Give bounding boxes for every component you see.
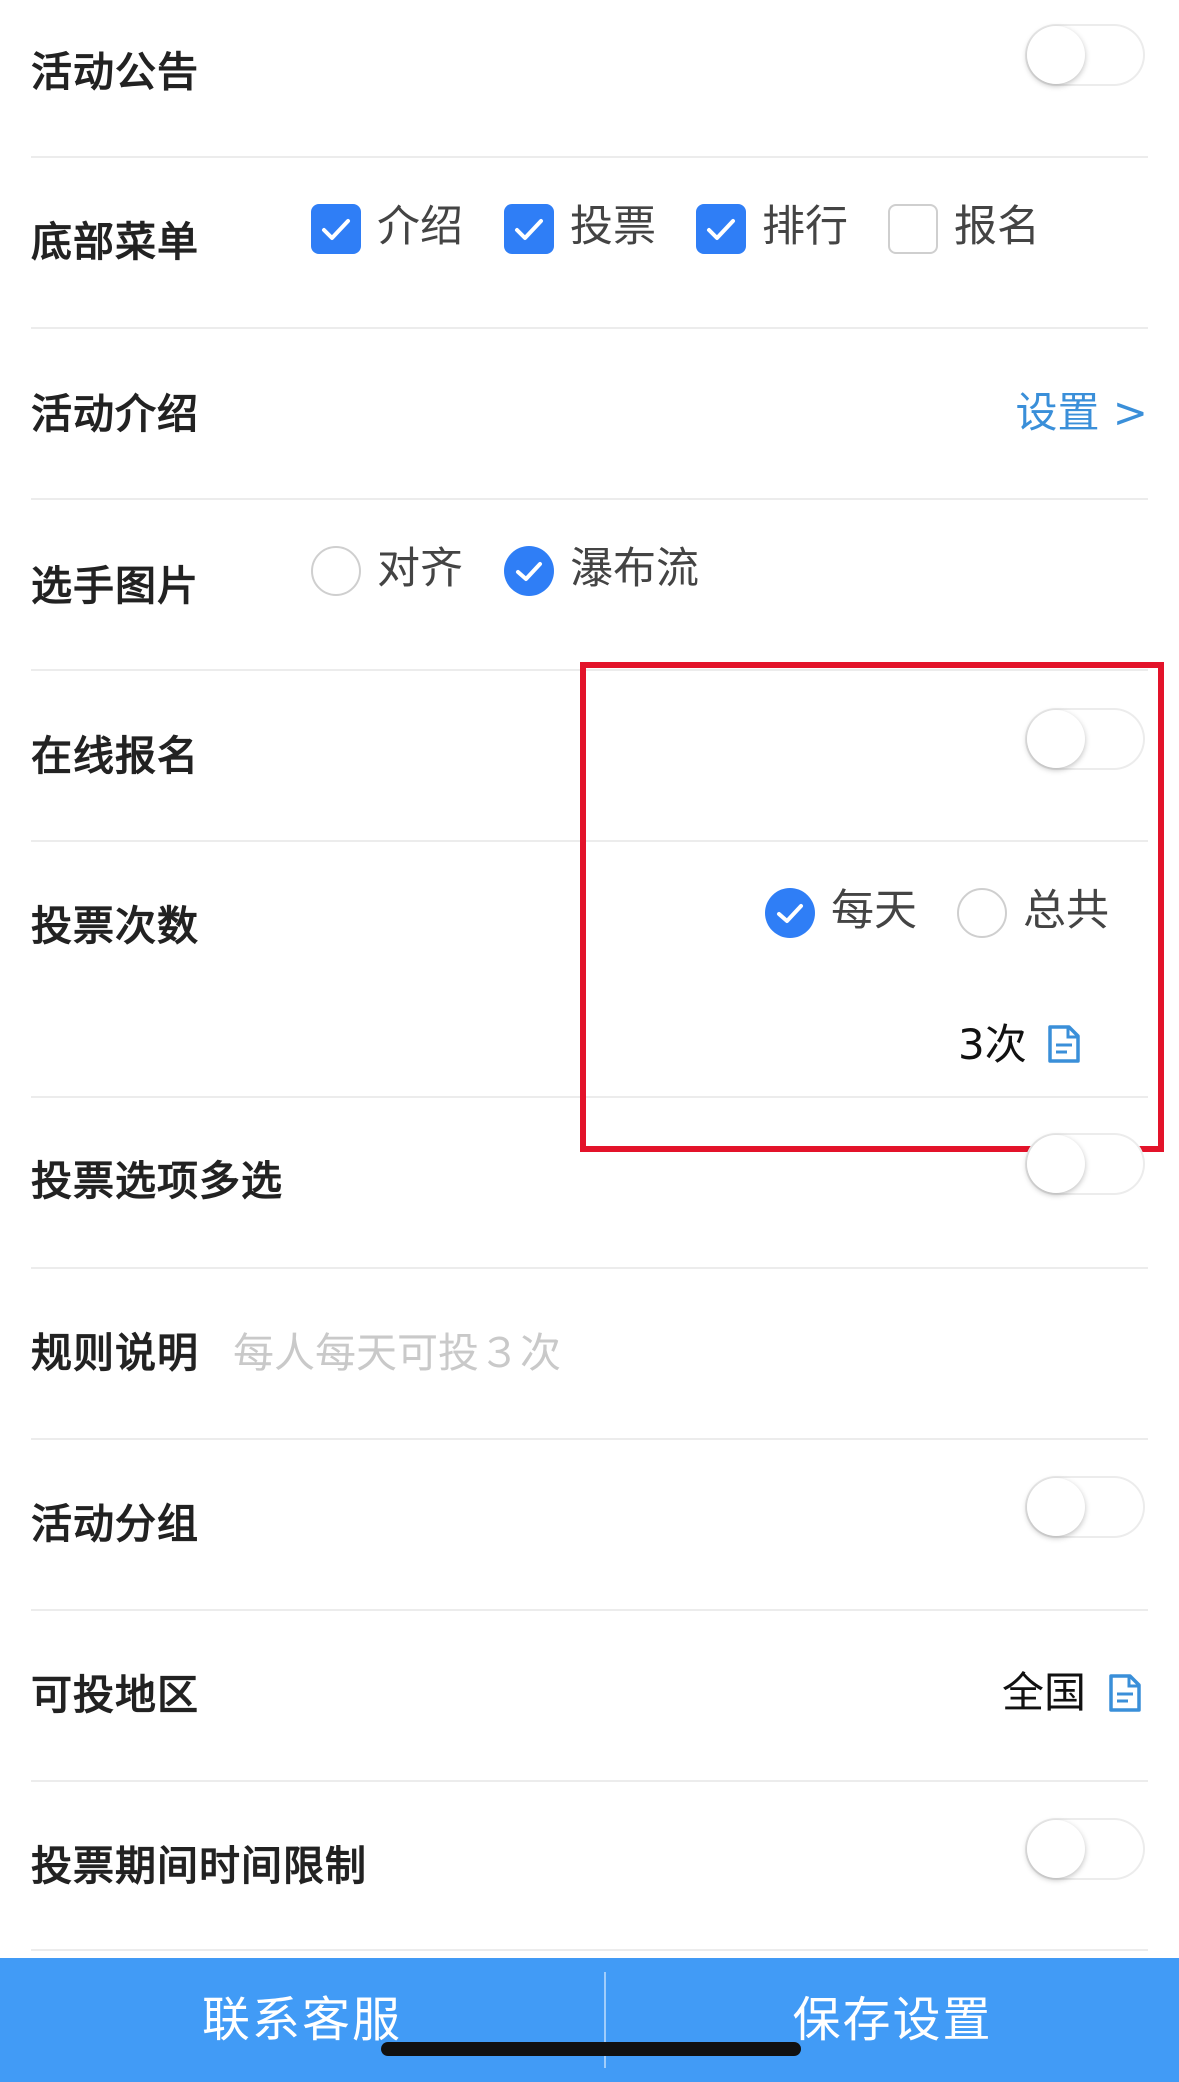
divider [31, 1267, 1148, 1269]
time-limit-toggle[interactable] [1025, 1818, 1145, 1880]
player-image-label: 选手图片 [31, 562, 199, 610]
rules-label: 规则说明 [31, 1329, 199, 1377]
divider [31, 1780, 1148, 1782]
intro-settings-link[interactable]: 设置 > [1015, 388, 1148, 438]
checkbox-intro[interactable] [311, 204, 361, 254]
radio-align[interactable] [311, 546, 361, 596]
checkbox-ranking[interactable] [696, 204, 746, 254]
multi-select-label: 投票选项多选 [31, 1157, 283, 1205]
online-signup-label: 在线报名 [31, 732, 199, 780]
radio-waterfall[interactable] [504, 546, 554, 596]
bottom-action-bar: 联系客服 保存设置 [0, 1958, 1179, 2082]
announcement-toggle[interactable] [1025, 24, 1145, 86]
divider [31, 156, 1148, 158]
contact-support-button[interactable]: 联系客服 [0, 1958, 604, 2082]
bottom-menu-label: 底部菜单 [31, 218, 199, 266]
toggle-knob [1027, 1478, 1085, 1536]
checkbox-signup[interactable] [888, 204, 938, 254]
check-icon [516, 562, 542, 581]
check-icon [322, 219, 350, 240]
checkbox-vote[interactable] [504, 204, 554, 254]
rules-input[interactable]: 每人每天可投３次 [233, 1329, 561, 1377]
region-value[interactable]: 全国 [1002, 1668, 1086, 1718]
divider [31, 498, 1148, 500]
toggle-knob [1027, 1820, 1085, 1878]
check-icon [515, 219, 543, 240]
grouping-label: 活动分组 [31, 1500, 199, 1548]
checkbox-intro-label[interactable]: 介绍 [377, 202, 463, 252]
toggle-knob [1027, 26, 1085, 84]
divider [31, 1438, 1148, 1440]
checkbox-ranking-label[interactable]: 排行 [762, 202, 848, 252]
region-label: 可投地区 [31, 1671, 199, 1719]
toggle-knob [1027, 1135, 1085, 1193]
checkbox-vote-label[interactable]: 投票 [570, 202, 656, 252]
radio-waterfall-label[interactable]: 瀑布流 [570, 544, 699, 594]
divider [31, 327, 1148, 329]
divider [31, 1609, 1148, 1611]
multi-select-toggle[interactable] [1025, 1133, 1145, 1195]
time-limit-label: 投票期间时间限制 [31, 1842, 367, 1890]
checkbox-signup-label[interactable]: 报名 [954, 202, 1040, 252]
vote-count-label: 投票次数 [31, 902, 199, 950]
radio-align-label[interactable]: 对齐 [377, 544, 463, 594]
highlight-box [580, 662, 1164, 1152]
check-icon [707, 219, 735, 240]
home-indicator [381, 2042, 801, 2056]
save-settings-button[interactable]: 保存设置 [606, 1958, 1179, 2082]
document-edit-icon[interactable] [1108, 1673, 1142, 1713]
divider [31, 1949, 1148, 1951]
grouping-toggle[interactable] [1025, 1476, 1145, 1538]
intro-label: 活动介绍 [31, 390, 199, 438]
announcement-label: 活动公告 [31, 48, 199, 96]
